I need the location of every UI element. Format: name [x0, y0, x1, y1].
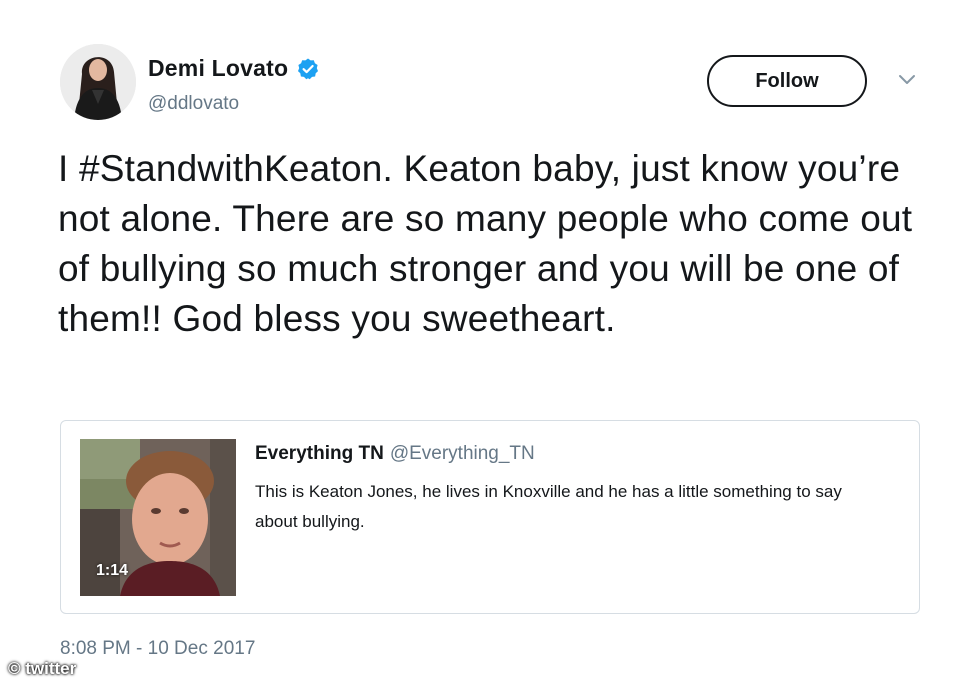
author-name[interactable]: Demi Lovato	[148, 55, 320, 82]
quoted-author: Everything TN @Everything_TN	[255, 443, 535, 465]
quoted-tweet-text: This is Keaton Jones, he lives in Knoxvi…	[255, 482, 842, 531]
quoted-author-name: Everything TN	[255, 443, 384, 464]
video-thumbnail[interactable]: 1:14	[80, 439, 236, 596]
quoted-author-handle: @Everything_TN	[389, 443, 535, 464]
tweet-timestamp[interactable]: 8:08 PM - 10 Dec 2017	[60, 638, 255, 660]
chevron-down-icon[interactable]	[896, 73, 918, 87]
author-name-text[interactable]: Demi Lovato	[148, 55, 288, 82]
quoted-tweet[interactable]: 1:14 Everything TN @Everything_TN This is…	[60, 420, 920, 614]
author-handle[interactable]: @ddlovato	[148, 93, 239, 115]
follow-button[interactable]: Follow	[707, 55, 867, 107]
watermark: © twitter	[8, 659, 77, 678]
verified-badge-icon	[296, 57, 320, 81]
video-duration: 1:14	[96, 562, 129, 579]
tweet-text: I #StandwithKeaton. Keaton baby, just kn…	[58, 148, 913, 339]
avatar[interactable]	[60, 44, 136, 120]
